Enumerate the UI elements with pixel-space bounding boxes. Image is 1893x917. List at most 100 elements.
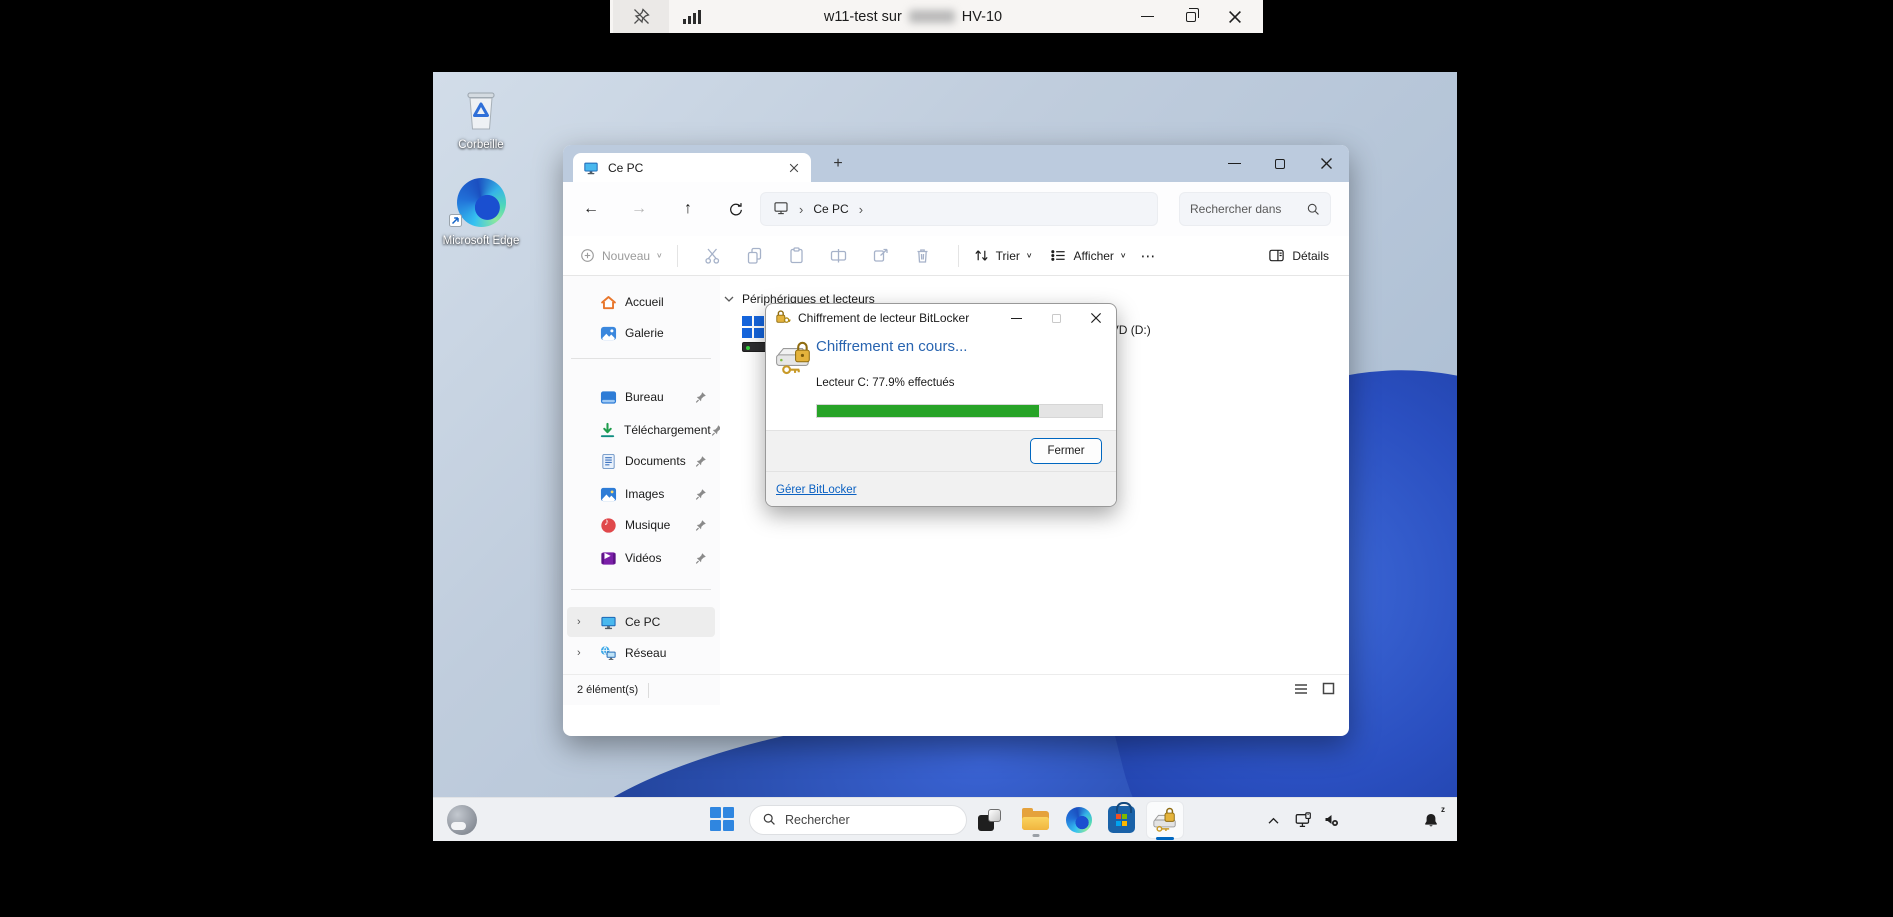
more-options-button[interactable]: ⋯ [1141, 247, 1157, 265]
documents-icon [599, 452, 617, 470]
manage-bitlocker-link[interactable]: Gérer BitLocker [776, 484, 857, 496]
list-view-icon[interactable] [1294, 683, 1308, 698]
videos-icon: ▶ [599, 549, 617, 567]
tab-close-icon[interactable] [787, 161, 801, 175]
explorer-navbar: ← → ↑ › Ce PC › Rechercher dans [563, 182, 1349, 236]
view-button-label: Afficher [1073, 249, 1113, 263]
screen: { "vm_bar": { "title_prefix": "w11-test … [0, 0, 1893, 917]
explorer-close-button[interactable] [1303, 145, 1349, 182]
copy-button[interactable] [745, 246, 765, 265]
forward-button[interactable]: → [625, 195, 653, 223]
explorer-window-controls [1211, 145, 1349, 182]
new-button[interactable]: Nouveau ∨ [579, 247, 663, 264]
sidebar-item-documents[interactable]: Documents [567, 448, 715, 474]
sidebar-item-videos[interactable]: ▶ Vidéos [567, 545, 715, 571]
details-pane-button[interactable]: Détails [1268, 247, 1333, 264]
bitlocker-link-row: Gérer BitLocker [766, 471, 1116, 507]
tab-title: Ce PC [608, 161, 643, 175]
explorer-search-input[interactable]: Rechercher dans [1179, 192, 1331, 226]
taskbar-search-placeholder: Rechercher [785, 813, 850, 827]
sidebar-item-reseau[interactable]: › Réseau [567, 640, 715, 666]
sidebar-item-images[interactable]: Images [567, 481, 715, 507]
vm-close-button[interactable] [1213, 0, 1257, 33]
paste-button[interactable] [787, 246, 807, 265]
new-button-label: Nouveau [602, 249, 650, 263]
search-placeholder: Rechercher dans [1190, 202, 1290, 216]
bitlocker-progress-bar [816, 404, 1103, 418]
network-tray-icon[interactable] [1289, 798, 1317, 841]
microsoft-store-button[interactable] [1108, 806, 1135, 833]
view-list-icon [1050, 247, 1067, 264]
bitlocker-titlebar: Chiffrement de lecteur BitLocker [766, 304, 1116, 332]
plus-circle-icon [579, 247, 596, 264]
up-button[interactable]: ↑ [674, 195, 702, 223]
location-monitor-icon [773, 200, 789, 219]
cut-button[interactable] [703, 246, 723, 265]
speaker-muted-icon [1324, 813, 1339, 827]
monitor-plug-icon [1295, 812, 1312, 828]
sidebar-item-bureau[interactable]: Bureau [567, 384, 715, 410]
new-tab-button[interactable]: + [825, 152, 851, 176]
sidebar-item-ce-pc[interactable]: › Ce PC [567, 607, 715, 637]
desktop-icon-edge[interactable]: Microsoft Edge [435, 178, 527, 247]
bitlocker-taskbar-button[interactable] [1146, 801, 1184, 839]
sidebar-item-musique[interactable]: ♪ Musique [567, 512, 715, 538]
connection-quality-icon [683, 9, 701, 24]
view-button[interactable]: Afficher ∨ [1050, 247, 1126, 264]
fermer-button[interactable]: Fermer [1030, 438, 1102, 464]
expand-chevron-icon[interactable]: › [577, 616, 581, 628]
vm-connection-bar: w11-test surHV-10 [610, 0, 1263, 33]
task-view-button[interactable] [978, 808, 1002, 832]
search-icon [1306, 202, 1320, 216]
chevron-down-icon: ∨ [1120, 251, 1127, 260]
breadcrumb-chevron-icon[interactable]: › [859, 202, 863, 217]
chevron-down-icon: ∨ [1026, 251, 1033, 260]
toolbar-separator [677, 245, 678, 267]
bell-dnd-icon [1423, 812, 1439, 828]
edge-taskbar-button[interactable] [1066, 807, 1092, 833]
unpin-icon[interactable] [613, 0, 669, 33]
sort-button-label: Trier [996, 249, 1020, 263]
volume-muted-tray-icon[interactable] [1317, 798, 1345, 841]
address-bar[interactable]: › Ce PC › [760, 192, 1158, 226]
taskbar-search-input[interactable]: Rechercher [749, 805, 967, 835]
desktop[interactable]: Corbeille Microsoft Edge Ce PC + [433, 72, 1457, 841]
expand-chevron-icon[interactable]: › [577, 647, 581, 659]
tab-ce-pc[interactable]: Ce PC [573, 153, 811, 182]
bitlocker-status-text: Lecteur C: 77.9% effectués [816, 377, 955, 389]
explorer-minimize-button[interactable] [1211, 145, 1257, 182]
sidebar-item-galerie[interactable]: Galerie [567, 320, 715, 346]
bitlocker-drive-icon [1152, 807, 1178, 833]
edge-icon [1066, 807, 1092, 833]
start-button[interactable] [710, 807, 734, 831]
active-window-indicator [1156, 837, 1174, 841]
recycle-bin-icon [462, 89, 500, 131]
breadcrumb-chevron-icon: › [799, 202, 803, 217]
vm-restore-button[interactable] [1169, 0, 1213, 33]
vm-minimize-button[interactable] [1125, 0, 1169, 33]
refresh-button[interactable] [722, 195, 750, 223]
bitlocker-minimize-button[interactable] [996, 304, 1036, 332]
show-hidden-icons-button[interactable] [1259, 798, 1287, 841]
file-explorer-taskbar-button[interactable] [1022, 808, 1049, 830]
bitlocker-close-button[interactable] [1076, 304, 1116, 332]
sidebar-item-accueil[interactable]: Accueil [567, 289, 715, 315]
notifications-dnd-button[interactable]: z [1416, 798, 1446, 841]
desktop-icon-recycle-bin[interactable]: Corbeille [435, 89, 527, 151]
delete-button[interactable] [913, 246, 933, 265]
home-icon [599, 293, 617, 311]
breadcrumb-ce-pc[interactable]: Ce PC [813, 202, 848, 216]
back-button[interactable]: ← [577, 195, 605, 223]
explorer-maximize-button[interactable] [1257, 145, 1303, 182]
share-button[interactable] [871, 246, 891, 265]
sort-button[interactable]: Trier ∨ [973, 247, 1033, 264]
sidebar-item-telechargement[interactable]: Téléchargement [567, 417, 715, 443]
running-indicator [1032, 834, 1039, 837]
toolbar-separator [958, 245, 959, 267]
thumbnail-view-icon[interactable] [1322, 682, 1335, 698]
taskbar: Rechercher [433, 797, 1457, 841]
widgets-button[interactable] [447, 805, 477, 835]
pictures-icon [599, 485, 617, 503]
rename-button[interactable] [829, 246, 849, 265]
music-icon: ♪ [599, 516, 617, 534]
